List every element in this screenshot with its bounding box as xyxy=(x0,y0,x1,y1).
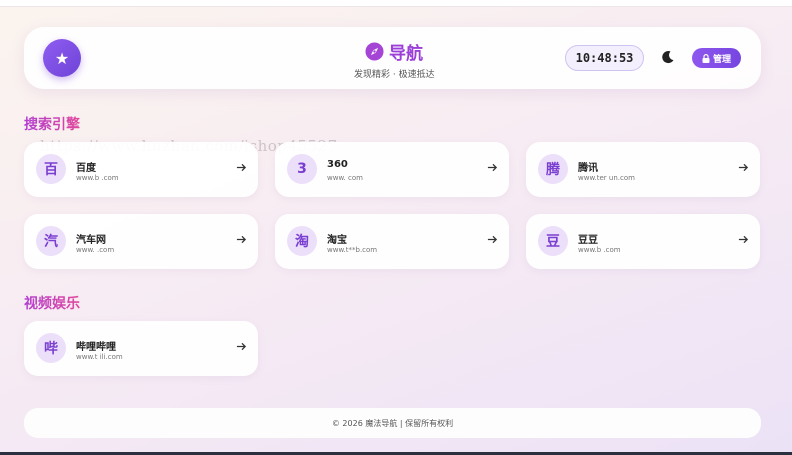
favorites-button[interactable]: ★ xyxy=(43,39,81,77)
arrow-right-icon xyxy=(236,342,247,351)
lock-icon xyxy=(702,53,710,63)
site-url: www.t ili.com xyxy=(76,353,123,361)
site-icon: 3 xyxy=(287,154,317,184)
clock-display: 10:48:53 xyxy=(565,45,644,71)
arrow-right-icon xyxy=(487,163,498,172)
compass-icon xyxy=(365,42,384,61)
site-name: 百度 xyxy=(76,163,96,174)
site-icon: 哔 xyxy=(36,333,66,363)
site-icon: 汽 xyxy=(36,226,66,256)
site-url: www.b .com xyxy=(76,174,119,182)
site-url: www.ter un.com xyxy=(578,174,635,182)
admin-button[interactable]: 管理 xyxy=(692,48,741,68)
site-name: 腾讯 xyxy=(578,163,598,174)
site-card-bilibili[interactable]: 哔 哔哩哔哩 www.t ili.com xyxy=(24,321,258,376)
arrow-right-icon xyxy=(236,163,247,172)
top-bar xyxy=(0,0,792,7)
site-card-baidu[interactable]: 百 百度 www.b .com xyxy=(24,142,258,197)
site-name: 哔哩哔哩 xyxy=(76,342,116,353)
footer-text: © 2026 魔法导航 | 保留所有权利 xyxy=(331,418,454,428)
site-icon: 百 xyxy=(36,154,66,184)
admin-button-label: 管理 xyxy=(712,54,731,65)
page-title: 导航 xyxy=(389,44,423,64)
star-icon: ★ xyxy=(54,48,70,68)
site-card-autohome[interactable]: 汽 汽车网 www. .com xyxy=(24,214,258,269)
site-name: 汽车网 xyxy=(76,235,106,246)
site-url: www.b .com xyxy=(578,246,621,254)
moon-icon[interactable] xyxy=(660,49,676,65)
site-name: 淘宝 xyxy=(327,235,347,246)
site-card-360[interactable]: 3 360 www. com xyxy=(275,142,509,197)
brand: 导航 发现精彩 · 极速抵达 xyxy=(354,39,435,80)
site-card-doudou[interactable]: 豆 豆豆 www.b .com xyxy=(526,214,760,269)
site-url: www. com xyxy=(327,174,363,182)
section-title-search: 搜索引擎 xyxy=(24,114,80,134)
site-icon: 淘 xyxy=(287,226,317,256)
site-card-taobao[interactable]: 淘 淘宝 www.t**b.com xyxy=(275,214,509,269)
site-icon: 腾 xyxy=(538,154,568,184)
site-url: www. .com xyxy=(76,246,115,254)
arrow-right-icon xyxy=(738,235,749,244)
footer: © 2026 魔法导航 | 保留所有权利 xyxy=(24,408,761,438)
section-title-video: 视频娱乐 xyxy=(24,293,80,313)
arrow-right-icon xyxy=(487,235,498,244)
site-url: www.t**b.com xyxy=(327,246,378,254)
site-name: 豆豆 xyxy=(578,235,598,246)
site-icon: 豆 xyxy=(538,226,568,256)
page-subtitle: 发现精彩 · 极速抵达 xyxy=(354,70,435,80)
arrow-right-icon xyxy=(738,163,749,172)
site-card-tencent[interactable]: 腾 腾讯 www.ter un.com xyxy=(526,142,760,197)
arrow-right-icon xyxy=(236,235,247,244)
site-name: 360 xyxy=(327,159,348,170)
header-card: ★ 导航 发现精彩 · 极速抵达 10:48:53 管理 xyxy=(24,27,761,89)
